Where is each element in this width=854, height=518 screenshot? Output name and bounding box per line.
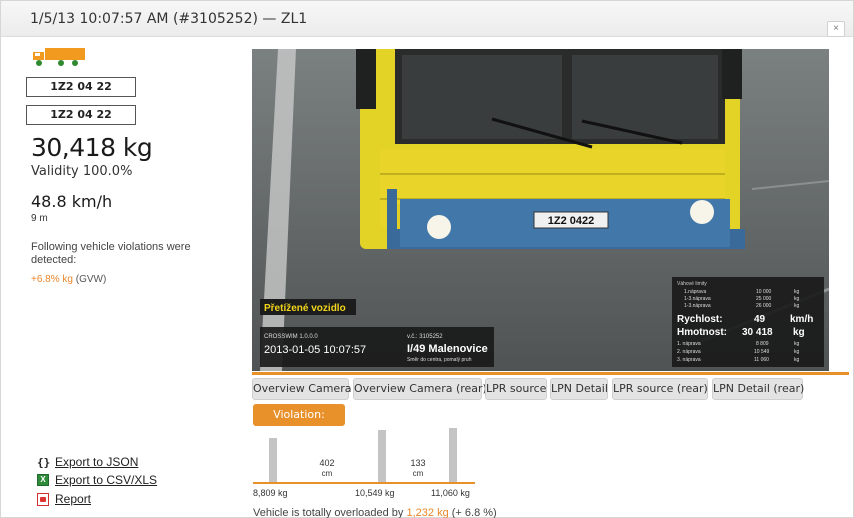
- axle-bar-3: [449, 428, 457, 483]
- weight-overlay-unit: kg: [793, 327, 805, 338]
- violation-item: +6.8% kg (GVW): [31, 274, 106, 285]
- event-detail-window: 1/5/13 10:07:57 AM (#3105252) — ZL1 × 1Z…: [0, 0, 854, 518]
- axle-overlay-unit-2: kg: [794, 349, 800, 355]
- weight-overlay-value: 30 418: [742, 327, 773, 338]
- limit-unit-1: kg: [794, 289, 800, 295]
- braces-icon: {}: [37, 455, 51, 469]
- limit-unit-3: kg: [794, 303, 800, 309]
- overload-percent: (+ 6.8 %): [451, 507, 497, 518]
- tab-violation-weight[interactable]: Violation: Weight: [253, 404, 345, 443]
- truck-icon: [33, 48, 85, 66]
- license-plate-rear: 1Z2 04 22: [26, 105, 136, 125]
- window-title: 1/5/13 10:07:57 AM (#3105252) — ZL1: [30, 11, 308, 27]
- overload-amount: 1,232 kg: [406, 507, 449, 518]
- axle-overlay-label-3: 3. náprava: [677, 357, 701, 363]
- pdf-icon: [37, 492, 49, 506]
- validity: Validity 100.0%: [31, 164, 133, 179]
- axle-overlay-value-2: 10 549: [754, 349, 770, 355]
- limits-header: Váhové limity: [677, 281, 707, 287]
- violation-type: (GVW): [75, 274, 107, 285]
- axle-distance-1-unit: cm: [322, 469, 333, 478]
- axle-overlay-unit-3: kg: [794, 357, 800, 363]
- weight-overlay-label: Hmotnost:: [677, 327, 727, 338]
- close-button[interactable]: ×: [827, 21, 845, 37]
- axle-overlay-label-2: 2. náprava: [677, 349, 701, 355]
- overload-summary: Vehicle is totally overloaded by 1,232 k…: [253, 507, 497, 518]
- tab-separator: [252, 372, 849, 375]
- axle-weight-2: 10,549 kg: [355, 488, 395, 498]
- tab-lpr-source-rear[interactable]: LPR source (rear): [612, 378, 708, 400]
- direction-label: Směr do centra, pomalý pruh: [407, 357, 472, 363]
- tab-lpr-source[interactable]: LPR source: [485, 378, 547, 400]
- report-link[interactable]: Report: [55, 492, 91, 506]
- excel-icon: X: [37, 474, 49, 486]
- camera-image: 1Z2 0422 Přetížené vozidlo CROSSWIM 1.0.…: [252, 49, 829, 371]
- axle-bar-1: [269, 438, 277, 483]
- location-label: I/49 Malenovice: [407, 343, 488, 355]
- export-csv-link[interactable]: Export to CSV/XLS: [55, 473, 157, 487]
- report-row[interactable]: Report: [37, 492, 91, 506]
- axle-diagram: 402 cm 133 cm 8,809 kg 10,549 kg 11,060 …: [253, 428, 475, 498]
- tab-lpn-detail[interactable]: LPN Detail: [550, 378, 608, 400]
- overload-badge-text: Přetížené vozidlo: [264, 303, 346, 314]
- violation-value: +6.8% kg: [31, 274, 73, 285]
- device-label: CROSSWIM 1.0.0.0: [264, 334, 318, 340]
- axle-weight-3: 11,060 kg: [431, 488, 470, 498]
- vehicle-plate-text: 1Z2 0422: [548, 215, 594, 227]
- axle-overlay-value-3: 11 060: [754, 357, 769, 363]
- export-json-row[interactable]: {} Export to JSON: [37, 455, 138, 469]
- limit-unit-2: kg: [794, 296, 800, 302]
- axle-overlay-label-1: 1. náprava: [677, 341, 701, 347]
- limit-value-2: 25 000: [756, 296, 772, 302]
- speed-overlay-value: 49: [754, 314, 766, 325]
- export-json-link[interactable]: Export to JSON: [55, 455, 138, 469]
- limit-label-2: 1-3.náprava: [684, 296, 711, 302]
- tab-overview-camera[interactable]: Overview Camera: [252, 378, 351, 400]
- limit-label-3: 1-3.náprava: [684, 303, 711, 309]
- axle-overlay-value-1: 8 809: [756, 341, 769, 347]
- axle-bar-2: [378, 430, 386, 483]
- limit-value-1: 10 000: [756, 289, 772, 295]
- violation-intro: Following vehicle violations were detect…: [31, 241, 191, 266]
- axle-distance-1-value: 402: [319, 458, 334, 468]
- speed-overlay-label: Rychlost:: [677, 314, 723, 325]
- vc-label: v.č.: 3105252: [407, 334, 443, 340]
- title-bar: 1/5/13 10:07:57 AM (#3105252) — ZL1 ×: [1, 1, 853, 37]
- speed-overlay-unit: km/h: [790, 314, 813, 325]
- tab-overview-camera-rear[interactable]: Overview Camera (rear): [353, 378, 487, 400]
- gross-weight: 30,418 kg: [31, 133, 153, 162]
- export-csv-row[interactable]: X Export to CSV/XLS: [37, 473, 157, 487]
- overload-prefix: Vehicle is totally overloaded by: [253, 507, 404, 518]
- limit-label-1: 1.náprava: [684, 289, 706, 295]
- camera-tabs: Overview Camera Overview Camera (rear) L…: [252, 378, 852, 400]
- license-plate-front: 1Z2 04 22: [26, 77, 136, 97]
- vehicle-distance: 9 m: [31, 213, 48, 224]
- tab-lpn-detail-rear[interactable]: LPN Detail (rear): [712, 378, 804, 400]
- vehicle-speed: 48.8 km/h: [31, 192, 113, 211]
- axle-distance-2-unit: cm: [413, 469, 424, 478]
- axle-overlay-unit-1: kg: [794, 341, 800, 347]
- photo-timestamp: 2013-01-05 10:07:57: [264, 344, 366, 356]
- axle-distance-2-value: 133: [410, 458, 425, 468]
- axle-weight-1: 8,809 kg: [253, 488, 288, 498]
- limit-value-3: 26 000: [756, 303, 772, 309]
